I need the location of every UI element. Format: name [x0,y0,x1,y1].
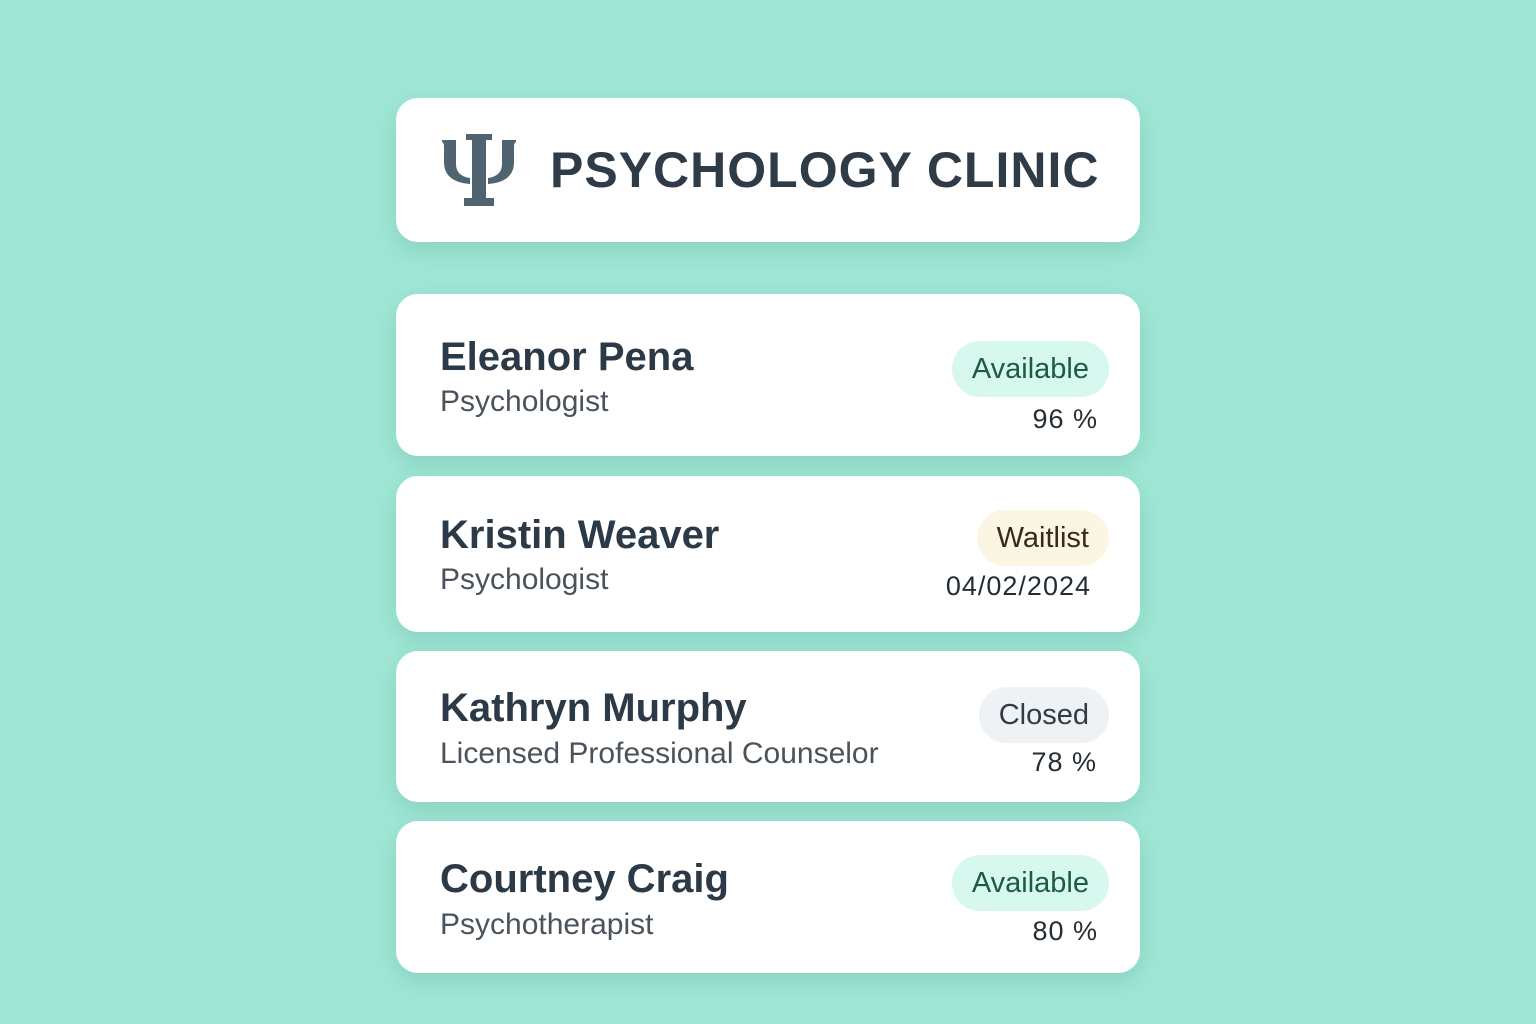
provider-card[interactable]: Eleanor Pena Psychologist Available 96 % [396,294,1140,456]
provider-role: Psychologist [440,385,609,418]
status-badge: Available [951,341,1109,397]
waitlist-date: 04/02/2024 [945,571,1091,601]
rating-value: 78 % [1031,747,1097,777]
psi-icon [442,134,516,206]
provider-card[interactable]: Courtney Craig Psychotherapist Available… [396,821,1140,973]
provider-name: Eleanor Pena [440,335,694,379]
status-badge: Available [951,855,1109,911]
clinic-header-card: PSYCHOLOGY CLINIC [396,98,1140,242]
provider-name: Kristin Weaver [440,513,720,557]
status-badge: Waitlist [976,510,1109,566]
provider-role: Psychotherapist [440,908,654,941]
status-badge: Closed [978,687,1109,743]
provider-name: Courtney Craig [440,857,729,901]
provider-role: Licensed Professional Counselor [440,737,879,770]
rating-value: 80 % [1032,916,1098,946]
provider-card[interactable]: Kristin Weaver Psychologist Waitlist 04/… [396,476,1140,632]
provider-name: Kathryn Murphy [440,686,747,730]
rating-value: 96 % [1032,404,1098,434]
clinic-title: PSYCHOLOGY CLINIC [550,142,1100,198]
provider-role: Psychologist [440,563,609,596]
provider-card[interactable]: Kathryn Murphy Licensed Professional Cou… [396,651,1140,802]
